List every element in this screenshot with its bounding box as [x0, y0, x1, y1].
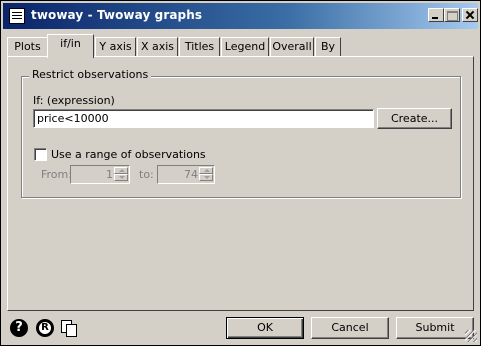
form-icon	[9, 8, 25, 24]
tab-if-in[interactable]: if/in	[47, 34, 94, 58]
resize-grip[interactable]	[465, 330, 477, 342]
title-bar[interactable]: twoway - Twoway graphs	[3, 3, 478, 29]
tab-x-axis[interactable]: X axis	[137, 37, 178, 57]
tab-legend[interactable]: Legend	[221, 37, 269, 57]
reset-glyph: R	[39, 322, 51, 334]
ok-button[interactable]: OK	[226, 317, 304, 339]
window-title: twoway - Twoway graphs	[31, 8, 203, 22]
tab-plots[interactable]: Plots	[7, 37, 48, 57]
cancel-button[interactable]: Cancel	[311, 317, 389, 339]
reset-icon[interactable]: R	[36, 319, 54, 337]
submit-button[interactable]: Submit	[396, 317, 474, 339]
minimize-button[interactable]	[428, 8, 444, 22]
copy-icon[interactable]	[59, 319, 77, 337]
tab-by[interactable]: By	[315, 37, 341, 57]
tab-y-axis[interactable]: Y axis	[95, 37, 136, 57]
dialog-window: twoway - Twoway graphs Plots if/in Y axi…	[0, 0, 481, 346]
tab-titles[interactable]: Titles	[179, 37, 220, 57]
close-button[interactable]	[462, 8, 478, 22]
restrict-group-label: Restrict observations	[29, 68, 152, 81]
maximize-button[interactable]	[444, 8, 460, 22]
if-in-panel	[7, 56, 474, 311]
help-icon[interactable]: ?	[10, 319, 28, 337]
tab-overall[interactable]: Overall	[270, 37, 314, 57]
